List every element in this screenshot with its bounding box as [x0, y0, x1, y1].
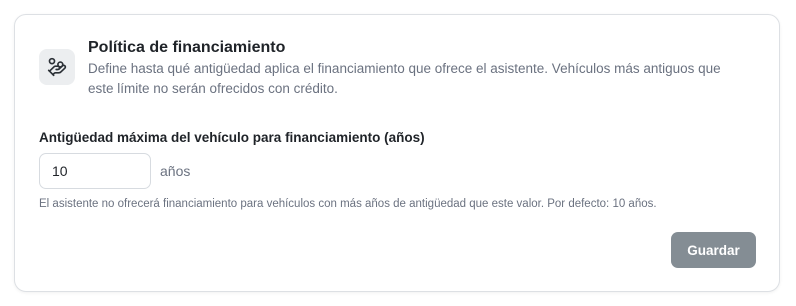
- card-title: Política de financiamiento: [88, 39, 286, 56]
- card-header: Política de financiamiento Define hasta …: [39, 37, 749, 99]
- hand-coin-icon: [47, 57, 67, 77]
- financing-policy-card: Política de financiamiento Define hasta …: [14, 14, 780, 292]
- max-age-label: Antigüedad máxima del vehículo para fina…: [39, 130, 425, 145]
- unit-label: años: [160, 163, 191, 179]
- max-age-hint: El asistente no ofrecerá financiamiento …: [39, 198, 657, 210]
- policy-icon-container: [39, 49, 75, 85]
- card-description: Define hasta qué antigüedad aplica el fi…: [88, 61, 721, 96]
- header-text: Política de financiamiento Define hasta …: [88, 37, 748, 99]
- save-button[interactable]: Guardar: [671, 232, 756, 268]
- max-age-input[interactable]: [39, 153, 151, 189]
- max-age-input-row: años: [39, 153, 190, 189]
